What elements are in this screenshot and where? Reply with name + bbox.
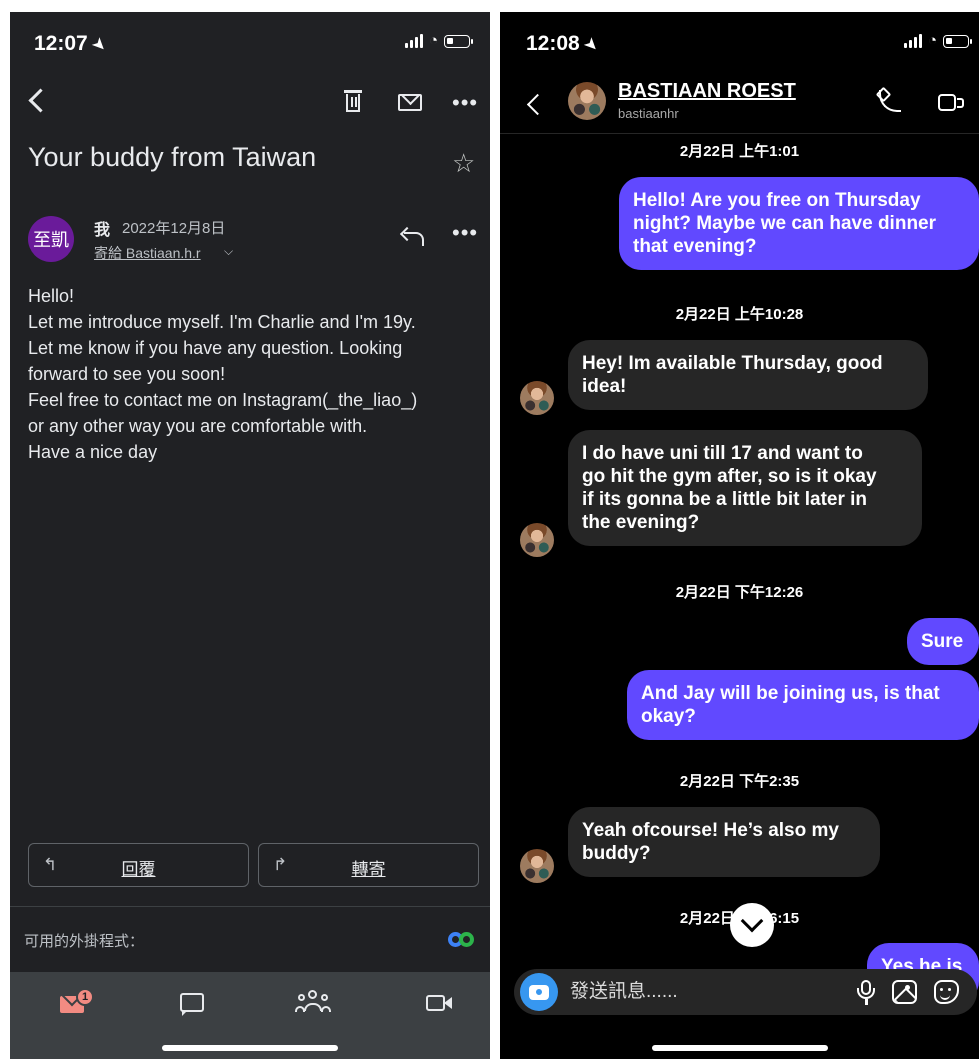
status-time: 12:08➤: [526, 32, 603, 57]
outgoing-message[interactable]: Sure: [907, 618, 979, 665]
video-icon[interactable]: [936, 90, 970, 118]
message-line: buddy?: [582, 843, 651, 864]
message-line: Hey! Im available Thursday, good: [582, 353, 883, 374]
wifi-icon: ◔: [428, 32, 438, 49]
home-indicator: [162, 1045, 338, 1051]
mail-body: Hello! Let me introduce myself. I'm Char…: [28, 283, 483, 465]
battery-icon: [444, 34, 473, 48]
unread-badge: 1: [76, 988, 94, 1006]
outgoing-message[interactable]: And Jay will be joining us, is that okay…: [627, 670, 979, 740]
reply-button-label: 回覆: [121, 860, 156, 879]
sender-avatar: 至凱: [28, 216, 74, 262]
message-line: okay?: [641, 706, 696, 727]
wifi-icon: ◔: [927, 32, 937, 49]
recipient-details[interactable]: 寄給 Bastiaan.h.r: [94, 243, 201, 263]
message-timestamp: 2月22日 下午2:35: [679, 773, 800, 790]
signal-icon: [903, 34, 922, 48]
mail-nav-icon[interactable]: 1: [54, 986, 94, 1020]
status-time: 12:07➤: [34, 32, 111, 57]
message-timestamp: 2月22日 上午10:28: [675, 306, 804, 323]
camera-icon[interactable]: [520, 973, 558, 1011]
incoming-message[interactable]: Hey! Im available Thursday, good idea!: [568, 340, 928, 410]
mail-body-line: Have a nice day: [28, 442, 158, 462]
message-line: if its gonna be a little bit later in: [582, 489, 868, 510]
message-line: that evening?: [633, 236, 757, 257]
mail-screen: 12:07➤ ◔ ••• Your buddy from Taiwan ☆ 至凱…: [10, 12, 490, 1059]
back-icon[interactable]: [524, 90, 548, 118]
message-line: go hit the gym after, so is it okay: [582, 466, 877, 487]
message-more-icon[interactable]: •••: [452, 222, 478, 244]
message-line: the evening?: [582, 512, 700, 533]
incoming-message[interactable]: I do have uni till 17 and want to go hit…: [568, 430, 922, 546]
location-icon: ➤: [87, 32, 111, 57]
webex-addon-icon[interactable]: [448, 930, 478, 950]
gallery-icon[interactable]: [892, 980, 917, 1004]
mail-body-line: or any other way you are comfortable wit…: [28, 416, 368, 436]
battery-icon: [943, 34, 972, 48]
mail-body-line: Let me know if you have any question. Lo…: [28, 338, 403, 358]
sender-name: 我: [94, 222, 111, 239]
forward-button-label: 轉寄: [351, 860, 386, 879]
home-indicator: [651, 1045, 828, 1051]
spaces-nav-icon[interactable]: [294, 986, 334, 1020]
chat-nav-icon[interactable]: [172, 986, 212, 1020]
message-line: Sure: [921, 631, 964, 652]
chat-header: BASTIAAN ROEST bastiaanhr: [500, 78, 979, 134]
more-icon[interactable]: •••: [452, 92, 478, 114]
message-line: Hello! Are you free on Thursday: [633, 190, 921, 211]
contact-avatar-small[interactable]: [520, 849, 554, 883]
mail-body-line: Feel free to contact me on Instagram(_th…: [28, 390, 418, 410]
envelope-icon[interactable]: [396, 88, 424, 116]
chat-screen: 12:08➤ ◔ BASTIAAN ROEST bastiaanhr 2月22日…: [500, 12, 979, 1059]
bottom-navigation: 1: [10, 972, 490, 1059]
contact-avatar[interactable]: [568, 82, 606, 120]
message-line: idea!: [582, 376, 627, 397]
contact-handle: bastiaanhr: [618, 106, 679, 121]
reply-button[interactable]: ↰ 回覆: [28, 843, 249, 887]
mail-body-line: Hello!: [28, 286, 75, 306]
divider: [10, 906, 490, 907]
mic-icon[interactable]: [854, 979, 878, 1007]
contact-name[interactable]: BASTIAAN ROEST: [618, 80, 796, 103]
outgoing-message[interactable]: Hello! Are you free on Thursday night? M…: [619, 177, 979, 270]
message-line: night? Maybe we can have dinner: [633, 213, 937, 234]
signal-icon: [404, 34, 423, 48]
message-composer: [514, 969, 977, 1015]
status-icons: ◔: [903, 32, 972, 49]
message-line: And Jay will be joining us, is that: [641, 683, 940, 704]
mail-subject: Your buddy from Taiwan: [28, 142, 317, 172]
sent-date: 2022年12月8日: [122, 220, 226, 237]
star-icon[interactable]: ☆: [452, 148, 475, 179]
back-icon[interactable]: [26, 84, 56, 118]
reply-icon[interactable]: [400, 226, 426, 246]
message-timestamp: 2月22日 下午12:26: [675, 584, 804, 601]
sticker-icon[interactable]: [934, 980, 959, 1004]
trash-icon[interactable]: [340, 88, 368, 116]
mail-toolbar: •••: [10, 82, 490, 122]
phone-icon[interactable]: [876, 88, 904, 116]
location-icon: ➤: [579, 32, 603, 57]
contact-avatar-small[interactable]: [520, 523, 554, 557]
meet-nav-icon[interactable]: [420, 986, 460, 1020]
forward-button[interactable]: ↱ 轉寄: [258, 843, 479, 887]
incoming-message[interactable]: Yeah ofcourse! He’s also my buddy?: [568, 807, 880, 877]
scroll-down-icon[interactable]: [730, 903, 774, 947]
mail-body-line: forward to see you soon!: [28, 364, 226, 384]
addons-label: 可用的外掛程式：: [24, 933, 145, 950]
status-icons: ◔: [404, 32, 473, 49]
message-input[interactable]: [570, 977, 830, 1007]
message-line: I do have uni till 17 and want to: [582, 443, 863, 464]
mail-body-line: Let me introduce myself. I'm Charlie and…: [28, 312, 416, 332]
message-timestamp: 2月22日 上午1:01: [679, 143, 800, 160]
contact-avatar-small[interactable]: [520, 381, 554, 415]
message-line: Yeah ofcourse! He’s also my: [582, 820, 839, 841]
chevron-down-icon[interactable]: ⌵: [224, 244, 233, 259]
